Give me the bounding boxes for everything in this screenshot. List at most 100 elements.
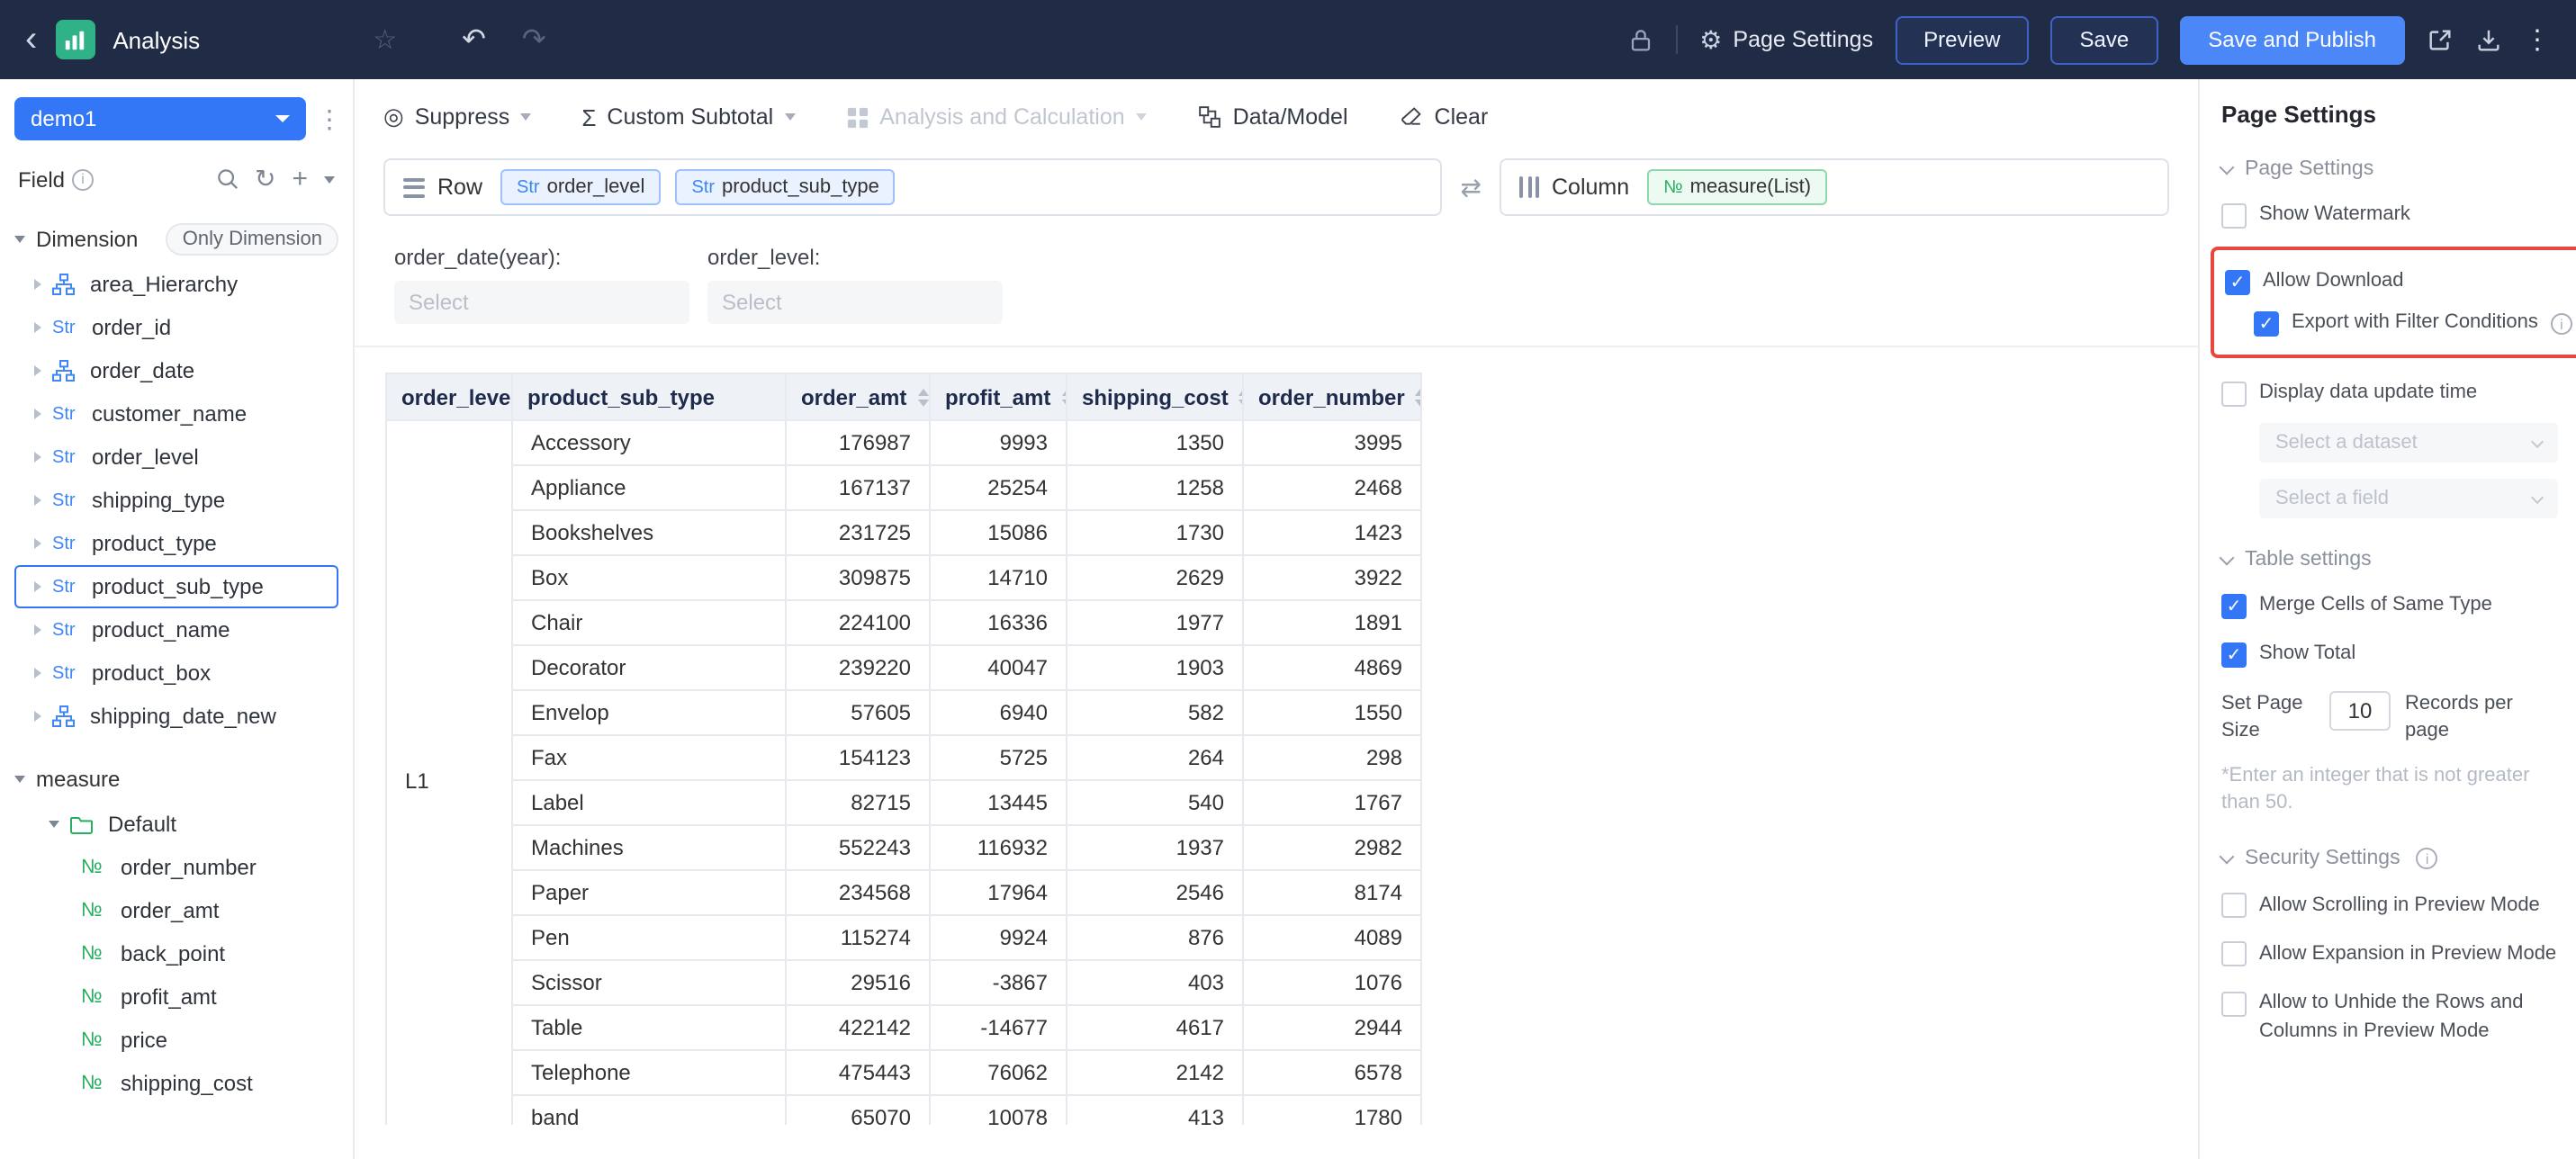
favorite-star-icon[interactable]: ☆ [373, 23, 397, 56]
dimension-item-product-type[interactable]: Strproduct_type [14, 522, 338, 565]
info-icon[interactable]: i [72, 168, 94, 190]
dimension-item-order-date[interactable]: order_date [14, 349, 338, 392]
measure-section-header[interactable]: measure [14, 756, 338, 803]
shelf-pill-measure-list[interactable]: №measure(List) [1647, 169, 1827, 205]
row-shelf[interactable]: Row Strorder_levelStrproduct_sub_type [383, 158, 1443, 216]
checkbox-allow-download[interactable]: ✓ [2225, 270, 2250, 295]
sort-icon[interactable] [917, 388, 928, 406]
shelf-pill-product-sub-type[interactable]: Strproduct_sub_type [675, 169, 895, 205]
share-icon[interactable] [2427, 26, 2454, 53]
dimension-item-product-sub-type[interactable]: Strproduct_sub_type [14, 565, 338, 608]
dimension-item-area-hierarchy[interactable]: area_Hierarchy [14, 263, 338, 306]
search-icon[interactable] [215, 167, 239, 191]
sort-icon[interactable] [1416, 388, 1421, 406]
clear-tool[interactable]: Clear [1399, 104, 1489, 130]
expand-icon[interactable] [34, 668, 41, 678]
filter-select[interactable]: Select [394, 281, 689, 324]
dimension-section-header[interactable]: DimensionOnly Dimension [14, 216, 338, 263]
page-settings-menu[interactable]: ⚙ Page Settings [1699, 24, 1873, 55]
measure-item-profit-amt[interactable]: №profit_amt [14, 975, 338, 1019]
sort-asc-icon[interactable] [917, 388, 928, 395]
info-icon[interactable]: i [2417, 849, 2438, 870]
custom-subtotal-tool[interactable]: Σ Custom Subtotal [581, 103, 795, 130]
dimension-item-shipping-date-new[interactable]: shipping_date_new [14, 695, 338, 738]
column-header-shipping-cost[interactable]: shipping_cost [1067, 373, 1243, 420]
expand-icon[interactable] [34, 279, 41, 290]
expand-icon[interactable] [34, 495, 41, 506]
only-dimension-button[interactable]: Only Dimension [167, 223, 338, 256]
collapse-icon[interactable] [14, 236, 25, 243]
checkbox-allow-expansion-in-preview-mode[interactable] [2221, 942, 2247, 967]
expand-icon[interactable] [34, 452, 41, 463]
dimension-item-shipping-type[interactable]: Strshipping_type [14, 479, 338, 522]
download-icon[interactable] [2475, 26, 2502, 53]
column-header-order-number[interactable]: order_number [1243, 373, 1421, 420]
select-select-a-dataset[interactable]: Select a dataset [2259, 423, 2558, 463]
section-header-security-settings[interactable]: Security Settingsi [2221, 849, 2558, 870]
shelf-bar: Row Strorder_levelStrproduct_sub_type ⇄ … [355, 158, 2198, 216]
dimension-item-customer-name[interactable]: Strcustomer_name [14, 392, 338, 436]
add-field-icon[interactable]: + [292, 164, 308, 194]
expand-icon[interactable] [34, 624, 41, 635]
column-header-order-amt[interactable]: order_amt [786, 373, 930, 420]
sort-desc-icon[interactable] [917, 399, 928, 406]
save-and-publish-button[interactable]: Save and Publish [2179, 15, 2405, 64]
column-header-profit-amt[interactable]: profit_amt [930, 373, 1067, 420]
checkbox-export-with-filter-conditions[interactable]: ✓ [2254, 311, 2279, 337]
redo-icon[interactable]: ↷ [522, 22, 546, 58]
checkbox-merge-cells-of-same-type[interactable]: ✓ [2221, 594, 2247, 619]
sort-asc-icon[interactable] [1416, 388, 1421, 395]
page-size-input[interactable] [2329, 691, 2391, 731]
measure-item-order-number[interactable]: №order_number [14, 846, 338, 889]
dataset-more-icon[interactable]: ⋮ [317, 103, 338, 134]
checkbox-allow-to-unhide-the-rows-and-columns-in-preview-mode[interactable] [2221, 993, 2247, 1018]
cell: 4089 [1243, 915, 1421, 960]
expand-icon[interactable] [34, 581, 41, 592]
expand-icon[interactable] [34, 711, 41, 722]
refresh-icon[interactable]: ↻ [255, 164, 275, 194]
sort-desc-icon[interactable] [1416, 399, 1421, 406]
lock-icon[interactable] [1627, 26, 1654, 53]
back-button[interactable]: ‹ [25, 22, 37, 58]
dimension-item-product-name[interactable]: Strproduct_name [14, 608, 338, 651]
chevron-down-icon[interactable] [2220, 849, 2235, 865]
expand-icon[interactable] [34, 409, 41, 419]
select-select-a-field[interactable]: Select a field [2259, 479, 2558, 518]
chevron-down-icon[interactable] [324, 175, 335, 183]
dimension-item-product-box[interactable]: Strproduct_box [14, 651, 338, 695]
section-header-page-settings[interactable]: Page Settings [2221, 158, 2558, 180]
undo-icon[interactable]: ↶ [462, 22, 486, 58]
dimension-item-order-id[interactable]: Strorder_id [14, 306, 338, 349]
checkbox-show-watermark[interactable] [2221, 203, 2247, 229]
collapse-icon[interactable] [49, 821, 59, 828]
info-icon[interactable]: i [2551, 313, 2572, 335]
expand-icon[interactable] [34, 322, 41, 333]
data-model-tool[interactable]: Data/Model [1197, 104, 1348, 130]
cell: 264 [1067, 735, 1243, 780]
dimension-item-order-level[interactable]: Strorder_level [14, 436, 338, 479]
shelf-pill-order-level[interactable]: Strorder_level [500, 169, 661, 205]
measure-folder-default[interactable]: Default [14, 803, 338, 846]
dataset-selector[interactable]: demo1 [14, 97, 306, 140]
save-button[interactable]: Save [2050, 15, 2157, 64]
measure-item-back-point[interactable]: №back_point [14, 932, 338, 975]
suppress-tool[interactable]: ◎ Suppress [383, 103, 531, 131]
number-type-icon: № [81, 986, 110, 1008]
column-shelf[interactable]: Column №measure(List) [1500, 158, 2169, 216]
chevron-down-icon[interactable] [2220, 160, 2235, 175]
measure-item-shipping-cost[interactable]: №shipping_cost [14, 1062, 338, 1105]
more-menu-icon[interactable]: ⋮ [2524, 23, 2551, 56]
filter-select[interactable]: Select [707, 281, 1003, 324]
measure-item-price[interactable]: №price [14, 1019, 338, 1062]
section-header-table-settings[interactable]: Table settings [2221, 549, 2558, 571]
preview-button[interactable]: Preview [1895, 15, 2029, 64]
swap-axes-icon[interactable]: ⇄ [1461, 172, 1482, 202]
checkbox-allow-scrolling-in-preview-mode[interactable] [2221, 894, 2247, 919]
measure-item-order-amt[interactable]: №order_amt [14, 889, 338, 932]
checkbox-show-total[interactable]: ✓ [2221, 642, 2247, 668]
chevron-down-icon[interactable] [2220, 551, 2235, 566]
expand-icon[interactable] [34, 365, 41, 376]
expand-icon[interactable] [34, 538, 41, 549]
collapse-icon[interactable] [14, 776, 25, 783]
checkbox-display-data-update-time[interactable] [2221, 382, 2247, 407]
